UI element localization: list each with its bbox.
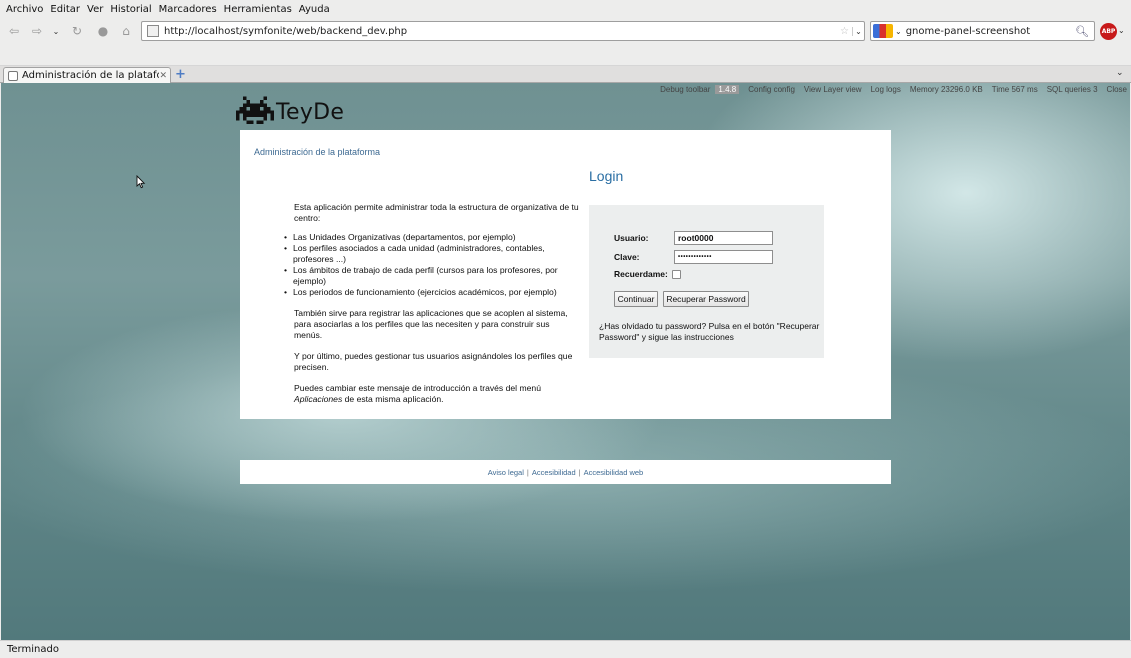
bookmarks-toolbar	[0, 44, 1131, 66]
menu-herramientas[interactable]: Herramientas	[224, 4, 292, 15]
search-input[interactable]: gnome-panel-screenshot	[906, 26, 1075, 37]
tab-close-icon[interactable]: ✕	[159, 71, 167, 81]
menu-marcadores[interactable]: Marcadores	[159, 4, 217, 15]
menu-historial[interactable]: Historial	[110, 4, 151, 15]
logo-text: TeyDe	[276, 99, 345, 125]
menu-editar[interactable]: Editar	[50, 4, 80, 15]
remember-checkbox[interactable]	[671, 269, 681, 279]
forward-icon[interactable]: ⇨	[28, 22, 46, 40]
page-subtitle: Administración de la plataforma	[254, 147, 381, 157]
intro-p4-prefix: Puedes cambiar este mensaje de introducc…	[294, 383, 541, 393]
recover-password-button[interactable]: Recuperar Password	[663, 291, 749, 307]
tab-favicon-icon	[8, 70, 18, 81]
search-icon[interactable]: 🔍︎	[1075, 25, 1089, 38]
intro-list-item: Los periodos de funcionamiento (ejercici…	[284, 287, 580, 298]
user-label: Usuario:	[614, 233, 649, 243]
adblock-icon[interactable]: ABP	[1100, 23, 1117, 40]
page-viewport: Debug toolbar 1.4.8 Config config View L…	[1, 83, 1130, 640]
debug-memory-link[interactable]: Memory 23296.0 KB	[910, 85, 983, 94]
intro-paragraph-2: También sirve para registrar las aplicac…	[294, 308, 568, 340]
adblock-dropdown-icon[interactable]: ⌄	[1118, 26, 1125, 35]
navigation-toolbar: ⇦ ⇨ ⌄ ↻ ● ⌂ http://localhost/symfonite/w…	[0, 18, 1131, 44]
debug-toolbar-label[interactable]: Debug toolbar	[660, 85, 710, 94]
intro-list-item: Las Unidades Organizativas (departamento…	[284, 232, 580, 243]
password-label: Clave:	[614, 252, 640, 262]
footer-link-aviso-legal[interactable]: Aviso legal	[488, 468, 524, 477]
menubar: Archivo Editar Ver Historial Marcadores …	[0, 0, 1131, 18]
login-form: Usuario: root0000 Clave: ••••••••••••• R…	[589, 205, 824, 358]
search-bar[interactable]: ⌄ gnome-panel-screenshot 🔍︎	[870, 21, 1095, 41]
space-invader-icon	[236, 96, 274, 125]
home-icon[interactable]: ⌂	[117, 22, 135, 40]
symfony-debug-toolbar: Debug toolbar 1.4.8 Config config View L…	[651, 84, 1127, 95]
search-engine-dropdown-icon[interactable]: ⌄	[895, 27, 902, 36]
debug-view-layer-link[interactable]: View Layer view	[804, 85, 862, 94]
remember-row: Recuerdame:	[614, 269, 681, 279]
back-icon[interactable]: ⇦	[5, 22, 23, 40]
continue-button[interactable]: Continuar	[614, 291, 658, 307]
password-input[interactable]: •••••••••••••	[674, 250, 773, 264]
debug-sql-link[interactable]: SQL queries 3	[1047, 85, 1098, 94]
search-engine-icon[interactable]	[873, 24, 893, 38]
mouse-cursor-icon	[136, 175, 146, 189]
debug-version-badge: 1.4.8	[715, 85, 740, 94]
footer: Aviso legal | Accesibilidad | Accesibili…	[240, 460, 891, 484]
debug-logs-link[interactable]: Log logs	[871, 85, 901, 94]
footer-link-accesibilidad-web[interactable]: Accesibilidad web	[584, 468, 644, 477]
url-text[interactable]: http://localhost/symfonite/web/backend_d…	[164, 26, 840, 37]
user-row: Usuario: root0000	[614, 231, 773, 245]
footer-separator: |	[526, 467, 529, 477]
bookmark-star-icon[interactable]: ☆	[840, 26, 849, 37]
intro-paragraph-1: Esta aplicación permite administrar toda…	[294, 202, 579, 223]
site-favicon-icon	[147, 25, 159, 37]
history-dropdown-icon[interactable]: ⌄	[47, 22, 65, 40]
stop-icon[interactable]: ●	[94, 22, 112, 40]
page-title: Login	[589, 168, 624, 184]
menu-ayuda[interactable]: Ayuda	[299, 4, 330, 15]
new-tab-icon[interactable]: +	[175, 67, 186, 82]
remember-label: Recuerdame:	[614, 269, 668, 279]
tab-bar: Administración de la plataforma ✕ + ⌄	[0, 66, 1131, 83]
menu-ver[interactable]: Ver	[87, 4, 103, 15]
intro-p4-menu-name: Aplicaciones	[294, 394, 343, 404]
main-panel: Administración de la plataforma Login Es…	[240, 130, 891, 419]
debug-time-link[interactable]: Time 567 ms	[992, 85, 1038, 94]
intro-text: Esta aplicación permite administrar toda…	[284, 202, 580, 415]
intro-list-item: Los perfiles asociados a cada unidad (ad…	[284, 243, 580, 265]
intro-paragraph-3: Y por último, puedes gestionar tus usuar…	[294, 351, 573, 372]
menu-archivo[interactable]: Archivo	[6, 4, 43, 15]
debug-config-link[interactable]: Config config	[748, 85, 795, 94]
intro-list: Las Unidades Organizativas (departamento…	[284, 232, 580, 298]
footer-link-accesibilidad[interactable]: Accesibilidad	[532, 468, 576, 477]
user-input[interactable]: root0000	[674, 231, 773, 245]
footer-separator: |	[578, 467, 581, 477]
status-bar: Terminado	[0, 640, 1131, 658]
intro-paragraph-4: Puedes cambiar este mensaje de introducc…	[294, 383, 580, 405]
debug-close-link[interactable]: Close	[1107, 85, 1127, 94]
url-dropdown-icon[interactable]: ⌄	[852, 26, 864, 36]
teyde-logo: TeyDe	[236, 95, 351, 129]
tab-administracion[interactable]: Administración de la plataforma ✕	[3, 67, 171, 83]
intro-p4-suffix: de esta misma aplicación.	[342, 394, 444, 404]
url-bar[interactable]: http://localhost/symfonite/web/backend_d…	[141, 21, 865, 41]
status-text: Terminado	[7, 644, 59, 655]
password-row: Clave: •••••••••••••	[614, 250, 773, 264]
forgot-password-help: ¿Has olvidado tu password? Pulsa en el b…	[599, 321, 820, 342]
tab-list-icon[interactable]: ⌄	[1116, 68, 1124, 78]
intro-list-item: Los ámbitos de trabajo de cada perfil (c…	[284, 265, 580, 287]
reload-icon[interactable]: ↻	[68, 22, 86, 40]
tab-label: Administración de la plataforma	[22, 70, 159, 81]
